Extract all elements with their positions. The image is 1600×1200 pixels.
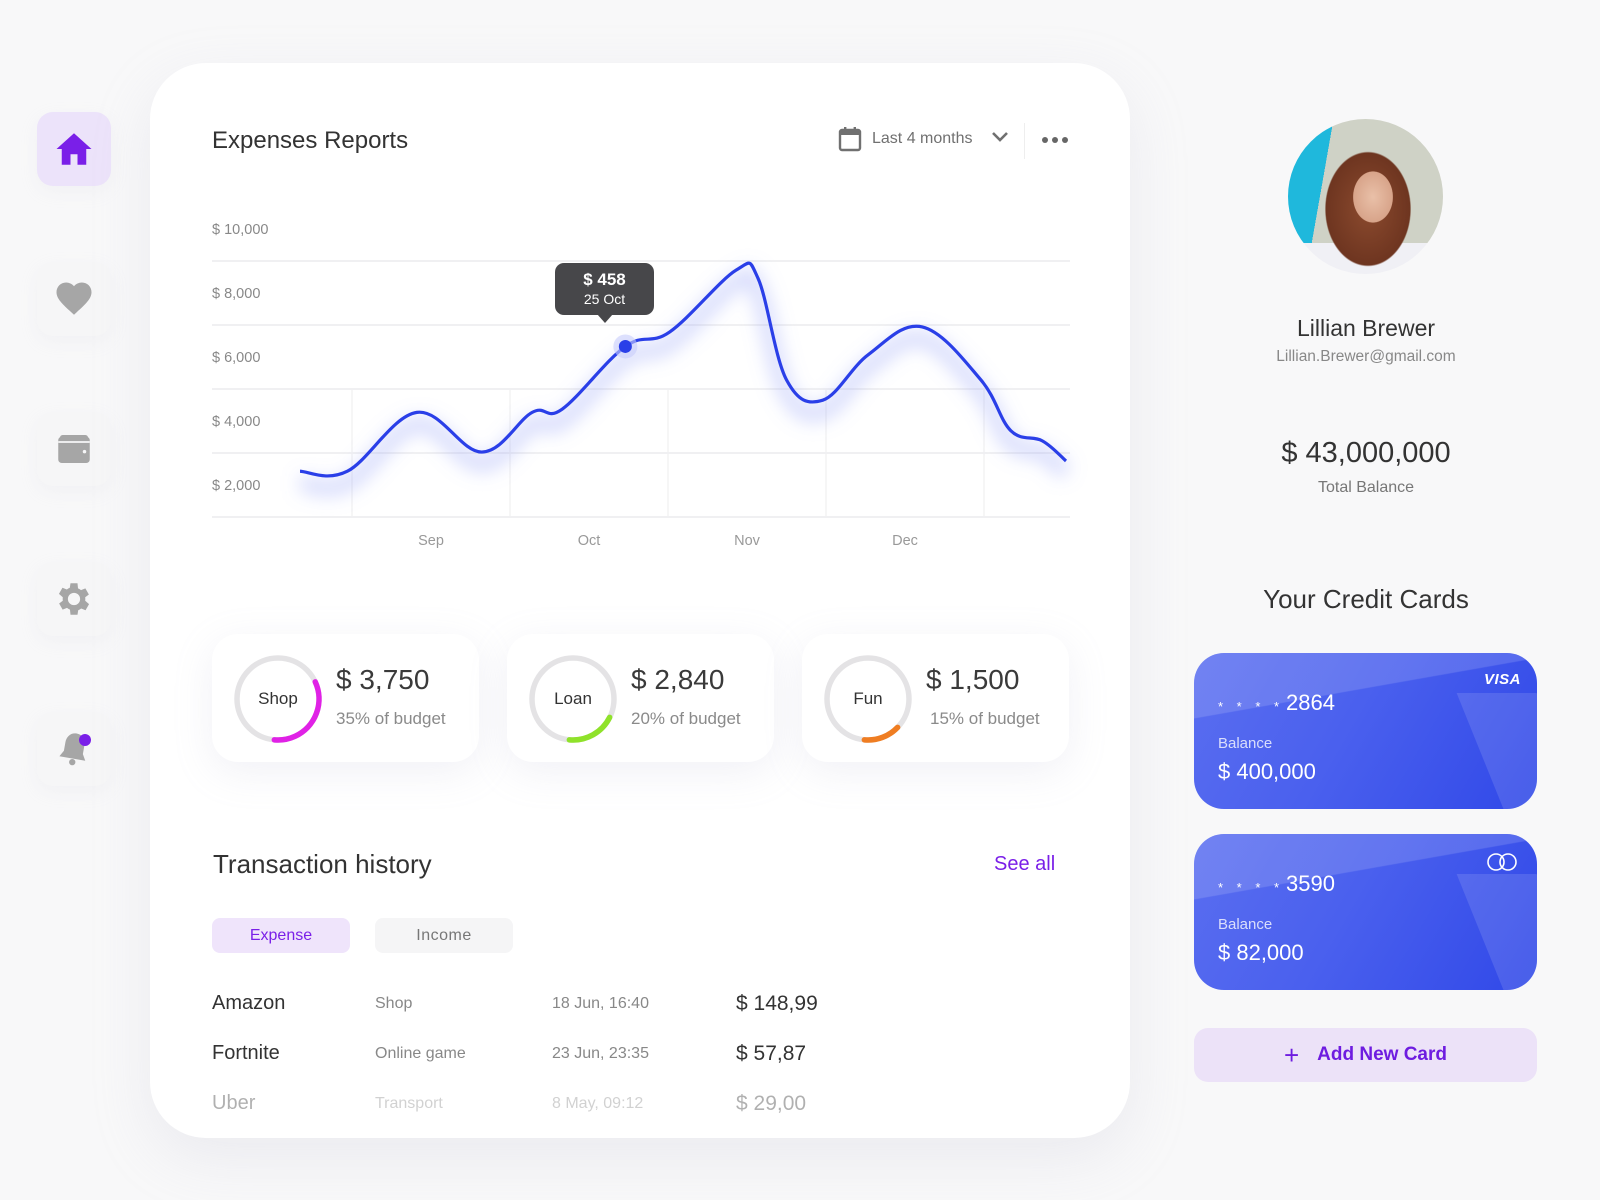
budget-label: Loan xyxy=(554,689,592,708)
visa-logo-icon: VISA xyxy=(1483,671,1521,688)
transaction-name: Fortnite xyxy=(212,1042,280,1064)
transaction-date: 23 Jun, 23:35 xyxy=(552,1045,649,1062)
transaction-name: Uber xyxy=(212,1092,256,1114)
budget-percent: 15% of budget xyxy=(930,709,1040,728)
wallet-icon xyxy=(58,435,90,463)
home-icon xyxy=(56,133,92,165)
credit-cards-title: Your Credit Cards xyxy=(1263,584,1469,614)
sidebar-item-wallet[interactable] xyxy=(37,412,111,486)
period-dropdown[interactable]: Last 4 months xyxy=(838,126,1009,152)
transaction-category: Online game xyxy=(375,1045,466,1062)
transaction-row[interactable]: Amazon Shop 18 Jun, 16:40 $ 148,99 xyxy=(0,992,1600,1022)
user-email: Lillian.Brewer@gmail.com xyxy=(1276,348,1456,365)
card-last4: 3590 xyxy=(1286,871,1335,896)
more-dot-icon xyxy=(1042,137,1048,143)
budget-amount: $ 2,840 xyxy=(631,664,725,695)
more-options-button[interactable] xyxy=(1042,128,1072,152)
sidebar-item-home[interactable] xyxy=(37,112,111,186)
transaction-amount: $ 148,99 xyxy=(736,992,818,1015)
user-name: Lillian Brewer xyxy=(1296,315,1436,341)
budget-amount: $ 1,500 xyxy=(926,664,1020,695)
transactions-title: Transaction history xyxy=(213,849,432,879)
transaction-amount: $ 29,00 xyxy=(736,1092,807,1115)
avatar[interactable] xyxy=(1288,119,1443,274)
budget-percent: 20% of budget xyxy=(631,709,741,728)
transaction-amount: $ 57,87 xyxy=(736,1042,807,1065)
plus-icon: + xyxy=(1283,1039,1300,1070)
budget-card-fun[interactable]: Fun $ 1,500 15% of budget xyxy=(802,634,1069,762)
tab-income[interactable]: Income xyxy=(375,918,513,953)
main-panel xyxy=(150,63,1130,1138)
chart-tooltip: $ 458 25 Oct xyxy=(555,263,654,323)
total-balance-label: Total Balance xyxy=(1317,479,1415,496)
budget-card-shop[interactable]: Shop $ 3,750 35% of budget xyxy=(212,634,479,762)
sidebar-item-notifications[interactable] xyxy=(37,712,111,786)
card-balance: $ 400,000 xyxy=(1218,759,1316,784)
see-all-link[interactable]: See all xyxy=(994,853,1055,876)
tooltip-date: 25 Oct xyxy=(583,291,626,307)
budget-percent: 35% of budget xyxy=(336,709,446,728)
total-balance-value: $ 43,000,000 xyxy=(1281,437,1451,469)
card-balance: $ 82,000 xyxy=(1218,940,1304,965)
sidebar-item-settings[interactable] xyxy=(37,562,111,636)
chevron-down-icon xyxy=(991,130,1009,149)
transaction-category: Transport xyxy=(375,1095,443,1112)
card-mask: * * * * xyxy=(1218,699,1285,714)
budget-label: Fun xyxy=(853,689,883,708)
add-new-card-label: Add New Card xyxy=(1317,1044,1448,1065)
transaction-name: Amazon xyxy=(212,992,286,1014)
heart-icon xyxy=(56,282,92,315)
card-last4: 2864 xyxy=(1286,690,1335,715)
add-new-card-button[interactable]: + Add New Card xyxy=(1194,1028,1537,1082)
card-balance-label: Balance xyxy=(1218,916,1273,933)
transaction-category: Shop xyxy=(375,995,413,1012)
credit-card-mastercard[interactable]: * * * * 3590 Balance $ 82,000 xyxy=(1194,834,1537,990)
transaction-date: 8 May, 09:12 xyxy=(552,1095,644,1112)
transaction-row[interactable]: Uber Transport 8 May, 09:12 $ 29,00 xyxy=(0,1092,1600,1122)
report-title: Expenses Reports xyxy=(212,127,409,154)
credit-card-visa[interactable]: VISA * * * * 2864 Balance $ 400,000 xyxy=(1194,653,1537,809)
card-mask: * * * * xyxy=(1218,880,1285,895)
calendar-icon xyxy=(838,127,862,152)
transaction-date: 18 Jun, 16:40 xyxy=(552,995,649,1012)
tab-expense[interactable]: Expense xyxy=(212,918,350,953)
period-label: Last 4 months xyxy=(872,130,973,147)
mastercard-logo-icon xyxy=(1487,853,1517,871)
budget-amount: $ 3,750 xyxy=(336,664,430,695)
budget-label: Shop xyxy=(258,689,298,708)
tooltip-value: $ 458 xyxy=(583,270,626,289)
gear-icon xyxy=(58,583,90,615)
budget-card-loan[interactable]: Loan $ 2,840 20% of budget xyxy=(507,634,774,762)
header-divider xyxy=(1024,123,1025,159)
sidebar-item-favorites[interactable] xyxy=(37,262,111,336)
notification-badge xyxy=(79,734,91,746)
card-balance-label: Balance xyxy=(1218,735,1273,752)
